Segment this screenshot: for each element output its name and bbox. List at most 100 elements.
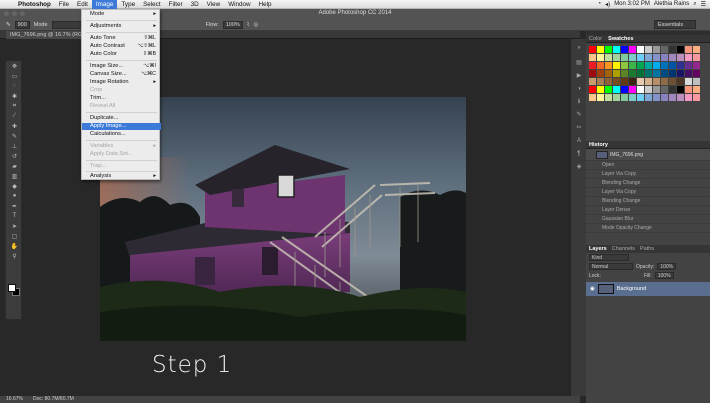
color-swatch[interactable] — [629, 86, 636, 93]
menu-help[interactable]: Help — [255, 0, 276, 9]
color-swatch[interactable] — [589, 54, 596, 61]
gradient-tool-icon[interactable]: ▥ — [6, 171, 23, 181]
adjustments-panel-icon[interactable]: ◑ — [572, 84, 586, 93]
tab-color[interactable]: Color — [589, 35, 602, 42]
color-swatch[interactable] — [677, 70, 684, 77]
color-swatch[interactable] — [685, 94, 692, 101]
color-swatch[interactable] — [605, 86, 612, 93]
color-swatch[interactable] — [669, 78, 676, 85]
swatches-grid[interactable] — [586, 43, 710, 104]
type-tool-icon[interactable]: T — [6, 211, 23, 221]
color-swatch[interactable] — [669, 46, 676, 53]
color-swatch[interactable] — [645, 86, 652, 93]
tab-history[interactable]: History — [589, 141, 608, 148]
color-swatch[interactable] — [653, 86, 660, 93]
kind-filter-select[interactable]: Kind — [589, 254, 629, 261]
color-swatch[interactable] — [661, 78, 668, 85]
color-swatch[interactable] — [637, 78, 644, 85]
color-swatch[interactable] — [613, 62, 620, 69]
color-swatch[interactable] — [597, 94, 604, 101]
color-swatch[interactable] — [605, 94, 612, 101]
color-swatch[interactable] — [661, 54, 668, 61]
color-swatch[interactable] — [629, 62, 636, 69]
menu-view[interactable]: View — [203, 0, 225, 9]
menu-item-auto-contrast[interactable]: Auto Contrast ⌥⇧⌘L — [82, 43, 161, 50]
volume-icon[interactable]: ◂) — [605, 1, 610, 8]
opacity-field[interactable]: 100% — [657, 263, 677, 270]
visibility-eye-icon[interactable]: ◉ — [590, 286, 595, 292]
history-snapshot[interactable]: IMG_7696.png — [586, 149, 710, 161]
color-swatch[interactable] — [621, 94, 628, 101]
color-swatch[interactable] — [669, 86, 676, 93]
dodge-tool-icon[interactable]: ● — [6, 191, 23, 201]
color-swatch[interactable] — [653, 62, 660, 69]
menu-item-apply-image[interactable]: Apply Image... — [82, 123, 161, 130]
menu-item-auto-color[interactable]: Auto Color ⇧⌘B — [82, 51, 161, 58]
menu-edit[interactable]: Edit — [73, 0, 92, 9]
pen-tool-icon[interactable]: ✒ — [6, 201, 23, 211]
move-tool-icon[interactable]: ✥ — [6, 61, 23, 71]
menu-photoshop[interactable]: Photoshop — [14, 0, 55, 9]
history-panel-icon[interactable]: ▤ — [572, 58, 586, 67]
zoom-level[interactable]: 16.67% — [6, 396, 23, 403]
color-swatch[interactable] — [661, 46, 668, 53]
color-swatch[interactable] — [605, 46, 612, 53]
color-swatch[interactable] — [669, 62, 676, 69]
menu-item-calculations[interactable]: Calculations... — [82, 131, 161, 138]
menu-item-image-size[interactable]: Image Size... ⌥⌘I — [82, 63, 161, 70]
color-swatch[interactable] — [637, 62, 644, 69]
brush-panel-icon[interactable]: ✎ — [572, 110, 586, 119]
mode-select[interactable] — [51, 21, 82, 29]
menu-select[interactable]: Select — [139, 0, 165, 9]
color-swatch[interactable] — [621, 78, 628, 85]
rectangle-tool-icon[interactable]: ▢ — [6, 231, 23, 241]
color-swatch[interactable] — [621, 86, 628, 93]
color-swatch[interactable] — [597, 62, 604, 69]
pressure-icon[interactable]: ◎ — [253, 22, 258, 28]
color-swatch[interactable] — [605, 78, 612, 85]
character-panel-icon[interactable]: A — [572, 136, 586, 145]
tab-layers[interactable]: Layers — [589, 245, 607, 253]
color-swatch[interactable] — [637, 86, 644, 93]
brush-size-field[interactable]: 900 — [14, 21, 30, 29]
blend-mode-select[interactable]: Normal — [589, 263, 633, 270]
color-swatch[interactable] — [597, 54, 604, 61]
crop-tool-icon[interactable]: ⌗ — [6, 101, 23, 111]
color-swatch[interactable] — [621, 70, 628, 77]
color-swatch[interactable] — [677, 54, 684, 61]
color-swatch[interactable] — [605, 62, 612, 69]
color-swatch[interactable] — [613, 54, 620, 61]
color-swatch[interactable] — [589, 46, 596, 53]
color-swatch[interactable] — [693, 46, 700, 53]
airbrush-icon[interactable]: ⌇ — [247, 22, 250, 28]
history-item[interactable]: Layer Via Copy — [586, 170, 710, 179]
color-swatch[interactable] — [669, 70, 676, 77]
color-swatch[interactable] — [677, 78, 684, 85]
color-swatch[interactable] — [645, 78, 652, 85]
color-swatch[interactable] — [597, 70, 604, 77]
color-swatch[interactable] — [637, 94, 644, 101]
color-swatch[interactable] — [589, 62, 596, 69]
eyedropper-tool-icon[interactable]: ⁄ — [6, 111, 23, 121]
color-swatch[interactable] — [613, 70, 620, 77]
history-item[interactable]: Gaussian Blur — [586, 215, 710, 224]
color-swatch[interactable] — [653, 46, 660, 53]
eraser-tool-icon[interactable]: ▰ — [6, 161, 23, 171]
color-swatch[interactable] — [677, 46, 684, 53]
color-swatch[interactable] — [693, 94, 700, 101]
menu-item-auto-tone[interactable]: Auto Tone ⇧⌘L — [82, 35, 161, 42]
hand-tool-icon[interactable]: ✋ — [6, 241, 23, 251]
color-swatch[interactable] — [629, 54, 636, 61]
zoom-tool-icon[interactable]: ⚲ — [6, 251, 23, 261]
color-swatch[interactable] — [589, 78, 596, 85]
color-swatch[interactable] — [605, 70, 612, 77]
color-swatch[interactable] — [589, 70, 596, 77]
color-swatch[interactable] — [661, 62, 668, 69]
tab-paths[interactable]: Paths — [640, 245, 654, 253]
color-swatch[interactable] — [669, 54, 676, 61]
wifi-icon[interactable]: ◔ — [598, 1, 602, 7]
flow-field[interactable]: 100% — [222, 21, 243, 29]
color-swatch[interactable] — [605, 54, 612, 61]
lasso-tool-icon[interactable]: ◌ — [6, 81, 23, 91]
tab-swatches[interactable]: Swatches — [608, 35, 633, 42]
